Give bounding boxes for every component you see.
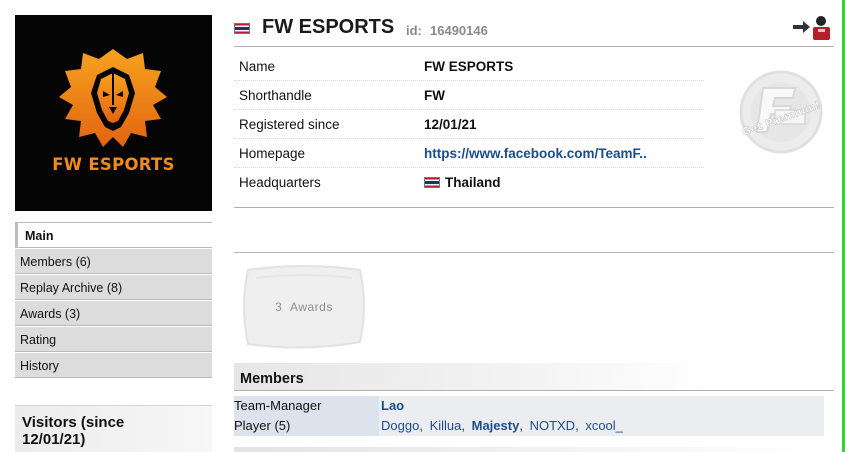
info-label-homepage: Homepage: [239, 146, 306, 161]
thailand-flag-icon: [424, 176, 440, 188]
info-label-headquarters: Headquarters: [239, 175, 321, 190]
member-link-doggo[interactable]: Doggo: [381, 418, 419, 433]
info-value-shorthandle: FW: [424, 88, 445, 103]
member-link-majesty[interactable]: Majesty: [472, 418, 520, 433]
headquarters-country: Thailand: [445, 175, 501, 190]
visitors-box: Visitors (since 12/01/21): [15, 405, 212, 452]
member-link-killua[interactable]: Killua: [430, 418, 462, 433]
awards-divider: [234, 252, 834, 253]
awards-count-text: 3 Awards: [240, 300, 368, 314]
awards-pillow-button[interactable]: 3 Awards: [240, 264, 368, 350]
visitors-title: Visitors (since: [22, 414, 125, 431]
member-role-manager: Team-Manager: [234, 396, 379, 416]
nav-item-members[interactable]: Members (6): [15, 248, 212, 274]
page-title: FW ESPORTS: [262, 16, 395, 38]
lion-head-icon: [59, 49, 167, 147]
awards-label: Awards: [290, 300, 333, 314]
member-link-notxd[interactable]: NOTXD: [530, 418, 576, 433]
member-row-players: Player (5) Doggo, Killua, Majesty, NOTXD…: [234, 416, 824, 436]
header-divider: [234, 46, 834, 47]
arrow-to-player-icon[interactable]: [792, 14, 832, 42]
info-label-name: Name: [239, 59, 276, 74]
team-logo: FW ESPORTS: [15, 15, 212, 211]
info-row-headquarters: Headquarters Thailand: [234, 168, 704, 197]
member-link-lao[interactable]: Lao: [381, 398, 404, 413]
members-section-header: Members: [234, 363, 834, 391]
info-row-homepage: Homepage https://www.facebook.com/TeamF.…: [234, 139, 704, 168]
visitors-since-date: 12/01/21): [22, 431, 86, 448]
member-names-manager: Lao: [379, 396, 824, 416]
member-role-player: Player (5): [234, 416, 379, 436]
homepage-link[interactable]: https://www.facebook.com/TeamF..: [424, 146, 647, 161]
logo-wordmark: FW ESPORTS: [52, 155, 175, 174]
info-row-shorthandle: Shorthandle FW: [234, 81, 704, 110]
info-row-name: Name FW ESPORTS: [234, 52, 704, 81]
members-title: Members: [240, 371, 304, 387]
team-info-table: Name FW ESPORTS Shorthandle FW Registere…: [234, 52, 704, 197]
nav-item-rating[interactable]: Rating: [15, 326, 212, 352]
info-label-shorthandle: Shorthandle: [239, 88, 312, 103]
member-link-xcool[interactable]: xcool_: [585, 418, 623, 433]
nav-item-awards[interactable]: Awards (3): [15, 300, 212, 326]
info-value-name: FW ESPORTS: [424, 59, 514, 74]
team-id-value: 16490146: [430, 23, 488, 38]
team-nav: Main Members (6) Replay Archive (8) Awar…: [15, 222, 212, 378]
awards-count: 3: [275, 300, 283, 314]
nav-item-main[interactable]: Main: [15, 222, 212, 248]
info-label-registered: Registered since: [239, 117, 340, 132]
nav-item-replay-archive[interactable]: Replay Archive (8): [15, 274, 212, 300]
get-premium-badge[interactable]: Get Premium!: [735, 66, 827, 158]
team-header: FW ESPORTS id: 16490146: [234, 14, 834, 46]
nav-item-history[interactable]: History: [15, 352, 212, 378]
thailand-flag-icon: [234, 23, 250, 34]
team-id-label: id:: [406, 23, 422, 38]
member-row-manager: Team-Manager Lao: [234, 396, 824, 416]
info-value-registered: 12/01/21: [424, 117, 477, 132]
next-section-header: [234, 447, 824, 452]
member-names-players: Doggo, Killua, Majesty, NOTXD, xcool_: [379, 416, 824, 436]
info-value-headquarters: Thailand: [424, 175, 501, 190]
info-divider: [234, 207, 834, 208]
info-row-registered: Registered since 12/01/21: [234, 110, 704, 139]
